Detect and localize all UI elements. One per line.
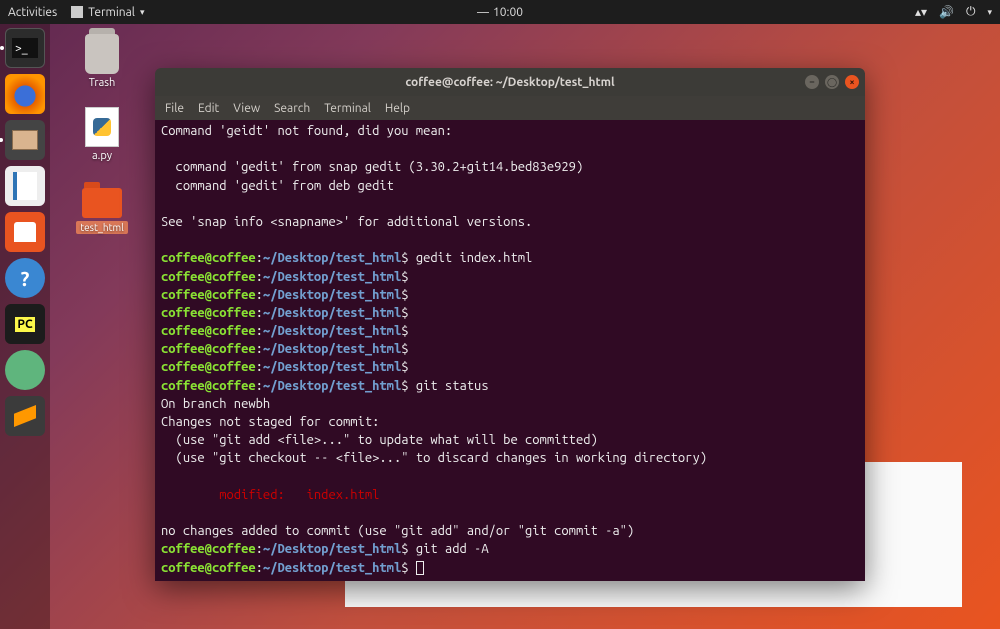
terminal-body[interactable]: Command 'geidt' not found, did you mean:… <box>155 120 865 581</box>
term-cmd: git add -A <box>416 542 489 556</box>
prompt-path: ~/Desktop/test_html <box>263 251 401 265</box>
prompt-path: ~/Desktop/test_html <box>263 342 401 356</box>
prompt-user: coffee@coffee <box>161 306 256 320</box>
window-minimize-button[interactable]: – <box>805 75 819 89</box>
python-file-icon <box>85 107 119 147</box>
desktop-trash-label: Trash <box>89 77 116 89</box>
clock-dash-icon: — <box>477 6 489 19</box>
prompt-user: coffee@coffee <box>161 288 256 302</box>
dock-atom[interactable] <box>5 350 45 390</box>
trash-icon <box>85 34 119 74</box>
desktop-apy-label: a.py <box>92 150 112 162</box>
desktop-folder-label: test_html <box>76 221 128 234</box>
term-line: See 'snap info <snapname>' for additiona… <box>161 215 532 229</box>
launcher-dock: >_ ? PC <box>0 24 50 629</box>
term-line: Changes not staged for commit: <box>161 415 379 429</box>
prompt-user: coffee@coffee <box>161 360 256 374</box>
terminal-cursor <box>416 561 424 575</box>
menu-edit[interactable]: Edit <box>198 102 219 115</box>
dock-ubuntu-software[interactable] <box>5 212 45 252</box>
window-maximize-button[interactable]: ◯ <box>825 75 839 89</box>
dock-sublime[interactable] <box>5 396 45 436</box>
terminal-window: coffee@coffee: ~/Desktop/test_html – ◯ ×… <box>155 68 865 581</box>
prompt-path: ~/Desktop/test_html <box>263 379 401 393</box>
term-cmd: git status <box>416 379 489 393</box>
power-icon[interactable]: ⏻ <box>966 5 976 19</box>
dock-pycharm[interactable]: PC <box>5 304 45 344</box>
term-line: command 'gedit' from deb gedit <box>161 179 394 193</box>
app-menu[interactable]: Terminal ▾ <box>71 6 144 19</box>
menu-help[interactable]: Help <box>385 102 410 115</box>
term-cmd: gedit index.html <box>416 251 532 265</box>
prompt-user: coffee@coffee <box>161 342 256 356</box>
terminal-menubar: File Edit View Search Terminal Help <box>155 96 865 120</box>
desktop-icons: Trash a.py test_html <box>72 34 132 234</box>
activities-button[interactable]: Activities <box>8 6 57 19</box>
terminal-icon <box>71 6 83 18</box>
desktop-file-apy[interactable]: a.py <box>72 107 132 162</box>
top-bar: Activities Terminal ▾ — 10:00 ▴▾ 🔊 ⏻ ▾ <box>0 0 1000 24</box>
term-line: no changes added to commit (use "git add… <box>161 524 634 538</box>
prompt-path: ~/Desktop/test_html <box>263 324 401 338</box>
dock-firefox[interactable] <box>5 74 45 114</box>
term-line: command 'gedit' from snap gedit (3.30.2+… <box>161 160 583 174</box>
prompt-path: ~/Desktop/test_html <box>263 288 401 302</box>
term-line: Command 'geidt' not found, did you mean: <box>161 124 452 138</box>
desktop-folder-test-html[interactable]: test_html <box>72 180 132 234</box>
folder-icon <box>82 188 122 218</box>
clock[interactable]: — 10:00 <box>477 6 523 19</box>
menu-search[interactable]: Search <box>274 102 310 115</box>
prompt-user: coffee@coffee <box>161 270 256 284</box>
dock-terminal[interactable]: >_ <box>5 28 45 68</box>
network-icon[interactable]: ▴▾ <box>915 5 927 19</box>
prompt-user: coffee@coffee <box>161 379 256 393</box>
dock-files[interactable] <box>5 120 45 160</box>
prompt-user: coffee@coffee <box>161 251 256 265</box>
volume-icon[interactable]: 🔊 <box>939 5 954 19</box>
prompt-path: ~/Desktop/test_html <box>263 306 401 320</box>
window-close-button[interactable]: × <box>845 75 859 89</box>
app-menu-label: Terminal <box>88 6 135 19</box>
menu-file[interactable]: File <box>165 102 184 115</box>
prompt-path: ~/Desktop/test_html <box>263 542 401 556</box>
dock-libreoffice-writer[interactable] <box>5 166 45 206</box>
system-menu-chevron-icon[interactable]: ▾ <box>987 7 992 18</box>
clock-time: 10:00 <box>493 6 523 19</box>
prompt-path: ~/Desktop/test_html <box>263 270 401 284</box>
prompt-path: ~/Desktop/test_html <box>263 561 401 575</box>
prompt-path: ~/Desktop/test_html <box>263 360 401 374</box>
terminal-title: coffee@coffee: ~/Desktop/test_html <box>405 76 614 89</box>
prompt-user: coffee@coffee <box>161 561 256 575</box>
term-modified: modified: index.html <box>161 488 379 502</box>
prompt-user: coffee@coffee <box>161 542 256 556</box>
term-line: On branch newbh <box>161 397 270 411</box>
terminal-titlebar[interactable]: coffee@coffee: ~/Desktop/test_html – ◯ × <box>155 68 865 96</box>
chevron-down-icon: ▾ <box>140 7 145 18</box>
menu-terminal[interactable]: Terminal <box>324 102 371 115</box>
dock-help[interactable]: ? <box>5 258 45 298</box>
term-line: (use "git checkout -- <file>..." to disc… <box>161 451 707 465</box>
prompt-user: coffee@coffee <box>161 324 256 338</box>
desktop-trash[interactable]: Trash <box>72 34 132 89</box>
menu-view[interactable]: View <box>233 102 260 115</box>
term-line: (use "git add <file>..." to update what … <box>161 433 598 447</box>
